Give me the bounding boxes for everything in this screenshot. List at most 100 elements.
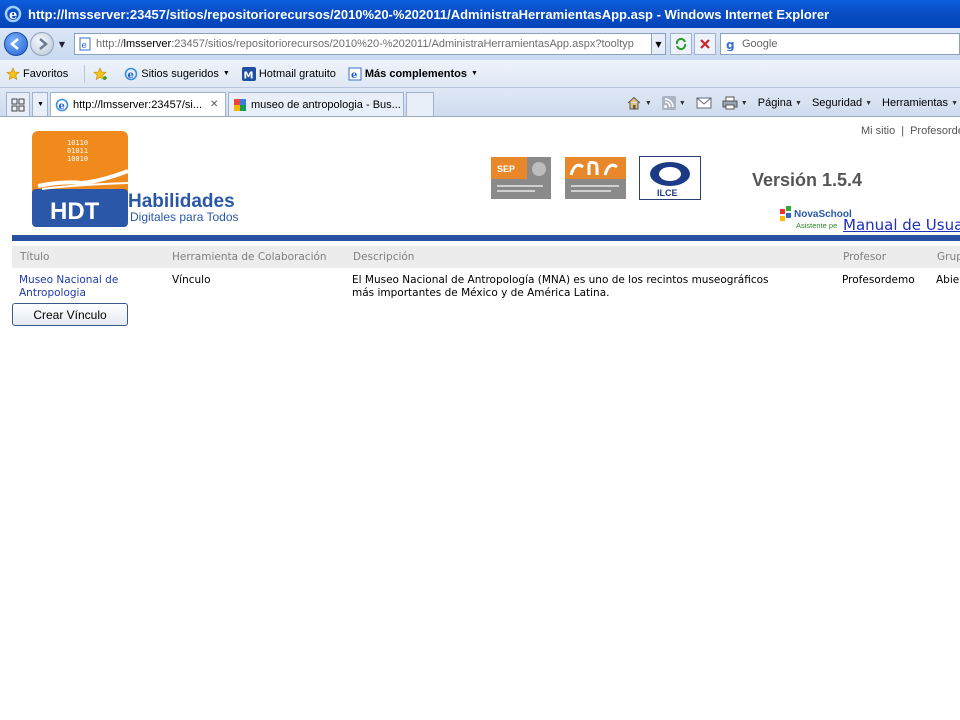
window-title: http://lmsserver:23457/sitios/repositori…: [28, 6, 830, 22]
logo-line2-text: Digitales para Todos: [130, 210, 239, 224]
svg-text:M: M: [243, 70, 253, 81]
titulo-link[interactable]: Museo Nacional de Antropologia: [19, 274, 118, 299]
col-descripcion[interactable]: Descripción: [353, 246, 414, 268]
address-rest: :23457/sitios/repositoriorecursos/2010%2…: [171, 38, 634, 50]
col-herramienta[interactable]: Herramienta de Colaboración: [172, 246, 327, 268]
sen-logo: [565, 157, 626, 199]
tab-google-search[interactable]: museo de antropologia - Bus...: [228, 92, 404, 116]
quick-tabs-button[interactable]: [6, 92, 30, 116]
favorites-separator: [84, 64, 86, 83]
address-prefix: http://: [96, 38, 124, 50]
herramientas-menu[interactable]: Herramientas ▼: [882, 97, 958, 109]
svg-text:e: e: [128, 70, 134, 81]
crear-vinculo-button[interactable]: Crear Vínculo: [12, 303, 128, 326]
svg-text:e: e: [351, 70, 357, 81]
col-grupo[interactable]: Grupo: [937, 246, 960, 268]
favoritos-button[interactable]: Favoritos: [6, 66, 69, 81]
grid-icon: [11, 98, 25, 111]
manual-de-usuario-link[interactable]: Manual de Usuario: [843, 216, 960, 234]
logo-line1-text: Habilidades: [128, 191, 235, 212]
feeds-button[interactable]: ▼: [661, 96, 686, 110]
novaschool-tagline: Asistente pe: [796, 221, 837, 230]
fav-label: Más complementos: [364, 67, 467, 80]
favoritos-label: Favoritos: [23, 67, 69, 80]
mail-icon: [696, 97, 712, 109]
new-tab-button[interactable]: [406, 92, 434, 116]
cmd-label: Página: [757, 97, 792, 109]
command-bar: ▼ ▼ ▼ Página ▼ Seguridad ▼ Herramientas …: [616, 90, 960, 116]
page-content: Mi sitio | Profesordemo 10110 01011 10010 …: [0, 116, 960, 720]
fav-label: Sitios sugeridos: [141, 67, 219, 80]
top-links-separator: |: [901, 125, 905, 137]
titulo-line2: Antropologia: [19, 287, 86, 299]
home-button[interactable]: ▼: [626, 96, 652, 110]
search-placeholder: Google: [742, 38, 778, 50]
print-button[interactable]: ▼: [722, 96, 748, 110]
descripcion-line1: El Museo Nacional de Antropología (MNA) …: [352, 274, 769, 286]
chevron-down-icon: ▼: [795, 99, 802, 107]
search-input[interactable]: g Google: [720, 33, 960, 55]
address-input[interactable]: e http://lmsserver:23457/sitios/reposito…: [74, 33, 652, 55]
chevron-down-icon: ▼: [644, 99, 652, 107]
ie-logo-icon: e: [4, 5, 22, 23]
chevron-down-icon: ▼: [740, 99, 748, 107]
svg-text:g: g: [726, 38, 735, 51]
pagina-menu[interactable]: Página ▼: [758, 97, 802, 109]
address-dropdown-button[interactable]: ▼: [652, 33, 666, 55]
fav-mas-complementos[interactable]: e Más complementos ▼: [348, 67, 478, 81]
mi-sitio-link[interactable]: Mi sitio: [861, 125, 895, 137]
descripcion-line2: más importantes de México y de América L…: [352, 287, 610, 299]
stop-button[interactable]: [694, 33, 716, 55]
hotmail-icon: M: [241, 66, 256, 81]
tab-bar: ▼ e http://lmsserver:23457/si... ✕ museo…: [0, 88, 960, 116]
grid-header: Título Herramienta de Colaboración Descr…: [12, 246, 960, 268]
col-titulo[interactable]: Título: [20, 246, 49, 268]
back-button[interactable]: [4, 32, 28, 56]
chevron-down-icon: ▼: [951, 99, 958, 107]
window-titlebar: e http://lmsserver:23457/sitios/reposito…: [0, 0, 960, 28]
close-tab-icon[interactable]: ✕: [210, 99, 218, 110]
version-label: Versión 1.5.4: [752, 170, 863, 190]
cmd-label: Herramientas: [882, 97, 949, 109]
close-icon: [700, 39, 710, 49]
home-icon: [627, 96, 641, 110]
svg-text:e: e: [59, 101, 65, 112]
mail-button[interactable]: [696, 97, 712, 109]
sep-logo-text: SEP: [497, 164, 515, 174]
favorites-bar: Favoritos e Sitios sugeridos ▼ M Hotmail…: [0, 60, 960, 88]
tab-lmsserver[interactable]: e http://lmsserver:23457/si... ✕: [50, 92, 226, 116]
profesor-link[interactable]: Profesordemo: [910, 125, 960, 137]
navigation-bar: ▼ e http://lmsserver:23457/sitios/reposi…: [0, 28, 960, 60]
arrow-left-icon: [10, 38, 19, 50]
rss-icon: [661, 96, 676, 110]
header-rule: [12, 235, 960, 241]
recent-pages-dropdown[interactable]: ▼: [56, 40, 68, 49]
chevron-down-icon: ▼: [678, 99, 686, 107]
tab-label: http://lmsserver:23457/si...: [73, 98, 202, 111]
page-icon: e: [79, 37, 91, 51]
address-host: lmsserver: [123, 38, 172, 50]
google-icon: [234, 98, 246, 111]
tab-list-dropdown[interactable]: ▼: [32, 92, 48, 116]
svg-text:01011: 01011: [67, 147, 88, 155]
ie-page-icon: e: [55, 98, 69, 112]
refresh-button[interactable]: [670, 33, 692, 55]
svg-text:10010: 10010: [67, 155, 88, 163]
chevron-down-icon: ▼: [470, 70, 478, 77]
fav-hotmail[interactable]: M Hotmail gratuito: [241, 66, 336, 81]
hdt-logo: 10110 01011 10010 HDT Habilidades Digita…: [32, 131, 239, 227]
descripcion-cell: El Museo Nacional de Antropología (MNA) …: [352, 274, 769, 300]
col-profesor[interactable]: Profesor: [843, 246, 886, 268]
arrow-right-icon: [39, 38, 48, 50]
svg-text:e: e: [9, 8, 17, 23]
star-icon: [6, 66, 20, 80]
seguridad-menu[interactable]: Seguridad ▼: [812, 97, 872, 109]
printer-icon: [722, 96, 738, 110]
forward-button[interactable]: [30, 32, 54, 56]
tab-label: museo de antropologia - Bus...: [251, 98, 401, 111]
ie-page-icon: e: [124, 67, 138, 81]
fav-sitios-sugeridos[interactable]: e Sitios sugeridos ▼: [124, 67, 230, 81]
chevron-down-icon: ▼: [37, 101, 44, 108]
table-row: Museo Nacional de Antropologia Vínculo El…: [12, 270, 960, 304]
add-favorite-button[interactable]: [93, 66, 112, 81]
